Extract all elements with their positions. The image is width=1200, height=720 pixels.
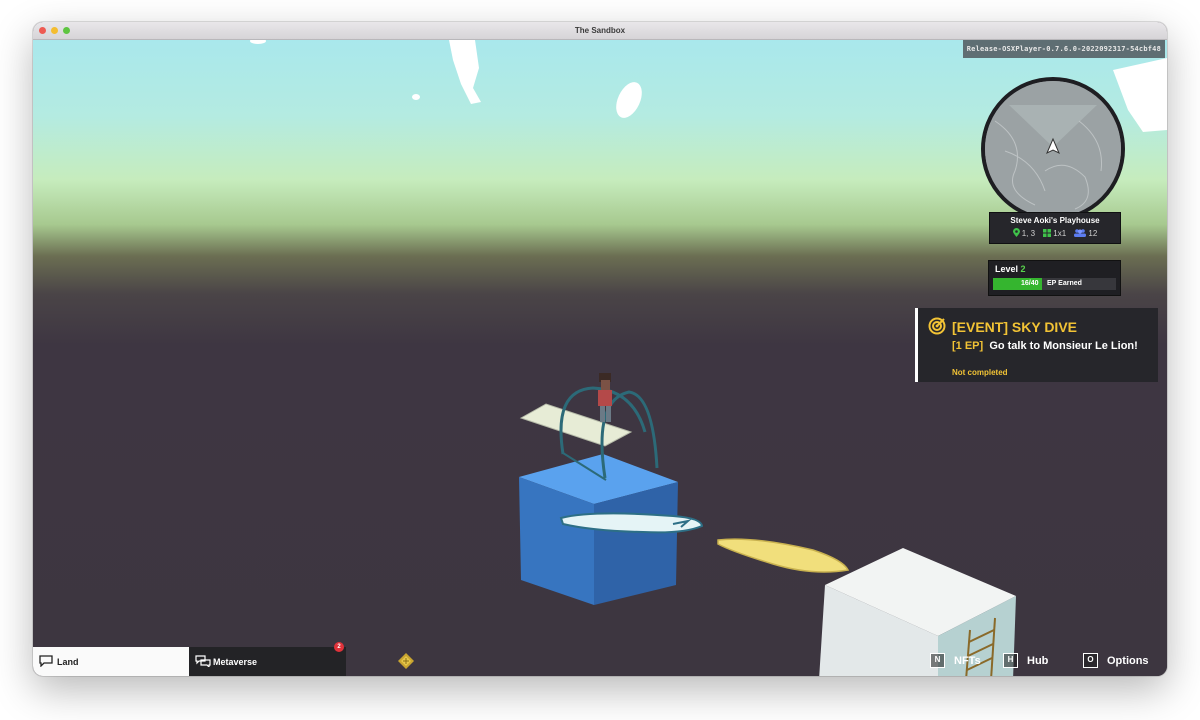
target-icon xyxy=(928,317,946,335)
players-icon xyxy=(1074,229,1087,237)
minimap-terrain xyxy=(985,81,1121,217)
hub-label: Hub xyxy=(1027,655,1049,667)
player-count: 12 xyxy=(1088,229,1098,238)
minimize-window-button[interactable] xyxy=(51,27,58,34)
location-pin-icon xyxy=(1012,228,1020,237)
location-name: Steve Aoki's Playhouse xyxy=(1010,216,1100,225)
sandbox-logo-icon[interactable] xyxy=(398,653,414,669)
ep-progress-value: 16/40 xyxy=(1021,280,1039,287)
location-card: Steve Aoki's Playhouse 1, 3 1x1 12 xyxy=(989,212,1121,244)
notification-badge: 2 xyxy=(334,642,344,652)
player-avatar[interactable] xyxy=(598,373,612,422)
maximize-window-button[interactable] xyxy=(63,27,70,34)
minimap[interactable] xyxy=(981,77,1125,221)
quest-title: [EVENT] SKY DIVE xyxy=(952,319,1077,335)
chat-bubble-icon xyxy=(39,655,53,667)
title-bar[interactable]: The Sandbox xyxy=(33,22,1167,40)
options-hotkey: O xyxy=(1083,653,1098,668)
ep-earned-label: EP Earned xyxy=(1047,280,1082,287)
tab-metaverse[interactable]: Metaverse 2 xyxy=(189,642,346,676)
quest-card[interactable]: [EVENT] SKY DIVE [1 EP] Go talk to Monsi… xyxy=(915,308,1158,382)
tab-land[interactable]: Land xyxy=(33,647,189,676)
level-number: 2 xyxy=(1020,264,1026,274)
nfts-label: NFTs xyxy=(954,655,981,667)
options-label: Options xyxy=(1107,655,1149,667)
quest-status: Not completed xyxy=(952,368,1008,377)
bottom-bar: Land Metaverse 2 N NFTs H Hub O Options xyxy=(33,642,1167,676)
land-grid-icon xyxy=(1043,229,1052,237)
tab-metaverse-label: Metaverse xyxy=(213,657,258,667)
level-label: Level xyxy=(995,264,1019,274)
location-stats: 1, 3 1x1 12 xyxy=(990,228,1120,238)
level-indicator: Level 2 xyxy=(995,264,1026,274)
game-viewport[interactable]: Release-OSXPlayer-0.7.6.0-2022092317-54c… xyxy=(33,40,1167,676)
quest-task-text: Go talk to Monsieur Le Lion! xyxy=(989,340,1138,352)
level-card: Level 2 16/40 EP Earned xyxy=(988,260,1121,296)
tab-land-label: Land xyxy=(57,657,79,667)
window-title: The Sandbox xyxy=(574,26,626,35)
build-version-label: Release-OSXPlayer-0.7.6.0-2022092317-54c… xyxy=(962,40,1165,58)
game-window: The Sandbox Release-OSXPlayer-0.7.6.0-20… xyxy=(33,22,1167,676)
nfts-hotkey: N xyxy=(930,653,945,668)
land-size: 1x1 xyxy=(1053,229,1067,238)
chat-bubbles-icon xyxy=(195,655,211,667)
ep-progress-bar: 16/40 EP Earned xyxy=(993,278,1116,290)
quest-task: [1 EP] Go talk to Monsieur Le Lion! xyxy=(952,340,1147,353)
close-window-button[interactable] xyxy=(39,27,46,34)
quest-ep-reward: [1 EP] xyxy=(952,340,984,352)
hub-hotkey: H xyxy=(1003,653,1018,668)
land-coordinates: 1, 3 xyxy=(1021,229,1036,238)
